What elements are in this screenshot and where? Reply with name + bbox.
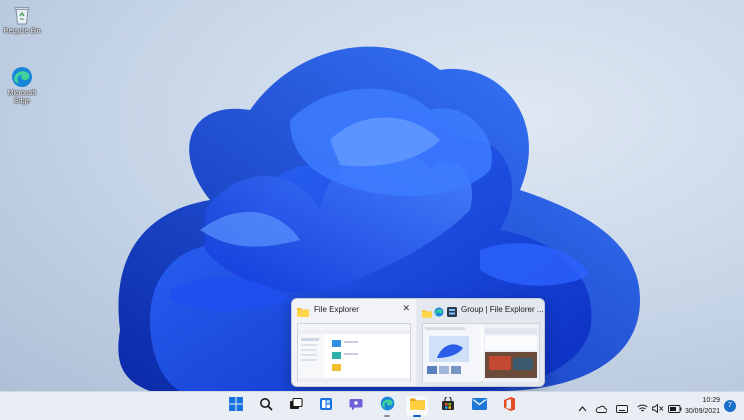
wifi-icon[interactable] [637, 400, 648, 418]
recycle-bin-icon [11, 4, 33, 26]
folder-icon [422, 305, 432, 323]
desktop-icon-recycle-bin[interactable]: Recycle Bin [0, 4, 44, 36]
chat-icon [349, 397, 363, 416]
store-button[interactable] [437, 395, 459, 416]
window-thumbnail [422, 323, 540, 382]
widgets-button[interactable] [315, 396, 337, 416]
desktop-icon-label: Microsoft Edge [7, 90, 37, 106]
running-indicator [384, 415, 390, 417]
task-view-button[interactable] [285, 396, 307, 416]
running-indicator [413, 415, 421, 417]
folder-icon [297, 304, 309, 322]
desktop-icon-label: Recycle Bin [3, 28, 41, 35]
file-explorer-taskbar-button[interactable] [406, 396, 428, 417]
edge-icon [11, 66, 33, 88]
office-icon [503, 396, 516, 416]
notification-badge[interactable]: 7 [724, 400, 736, 412]
folder-icon [409, 397, 425, 415]
preview-title: Group | File Explorer ... [461, 305, 544, 314]
edge-taskbar-button[interactable] [376, 396, 398, 417]
windows-logo-icon [229, 396, 243, 416]
office-button[interactable] [498, 396, 520, 416]
clock-date: 30/09/2021 [684, 408, 720, 415]
taskbar-thumbnail-preview: File Explorer ✕ Group | File Explorer ..… [291, 298, 545, 387]
onedrive-icon[interactable] [595, 400, 608, 418]
widgets-icon [319, 397, 333, 416]
mail-button[interactable] [468, 396, 490, 416]
preview-title: File Explorer [314, 305, 359, 314]
battery-icon[interactable] [668, 400, 682, 418]
preview-card-group[interactable]: Group | File Explorer ... [418, 299, 544, 386]
group-icon [447, 304, 457, 322]
desktop-icon-edge[interactable]: Microsoft Edge [0, 66, 44, 106]
window-thumbnail [297, 323, 411, 382]
search-button[interactable] [255, 396, 277, 416]
clock-time: 10:29 [702, 397, 720, 404]
chevron-up-icon[interactable] [578, 400, 587, 418]
search-icon [259, 397, 273, 416]
preview-card-file-explorer[interactable]: File Explorer ✕ [292, 299, 416, 386]
task-view-icon [289, 397, 303, 416]
edge-icon [380, 396, 395, 416]
keyboard-icon[interactable] [616, 400, 628, 418]
start-button[interactable] [225, 396, 247, 416]
close-icon[interactable]: ✕ [402, 303, 410, 314]
speaker-muted-icon[interactable] [652, 400, 664, 418]
clock[interactable]: 10:29 30/09/2021 [685, 395, 720, 417]
edge-icon [434, 304, 444, 322]
taskbar: 10:29 30/09/2021 7 [0, 391, 744, 420]
store-icon [441, 395, 455, 416]
mail-icon [471, 397, 487, 415]
chat-button[interactable] [345, 396, 367, 416]
